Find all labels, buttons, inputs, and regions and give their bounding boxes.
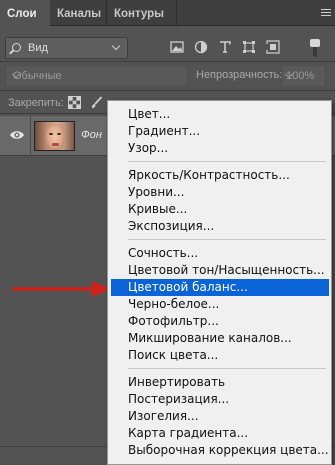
menu-separator: [128, 161, 326, 162]
tab-channels[interactable]: Каналы: [50, 0, 107, 26]
search-icon: [12, 43, 21, 52]
lock-label: Закрепить:: [8, 97, 64, 109]
menu-item[interactable]: Цветовой тон/Насыщенность...: [111, 262, 329, 279]
opacity-label: Непрозрачность:: [196, 69, 283, 81]
filter-kind-label: Вид: [28, 42, 48, 54]
blend-mode-select[interactable]: Обычные: [5, 65, 188, 87]
menu-item[interactable]: Черно-белое...: [111, 296, 329, 313]
divider: [0, 61, 335, 62]
adjustment-layer-menu: Цвет... Градиент... Узор... Яркость/Контрас…: [107, 100, 332, 465]
filter-type-icon[interactable]: [218, 40, 232, 54]
filter-pixel-icon[interactable]: [170, 40, 184, 54]
menu-item[interactable]: Градиент...: [111, 123, 329, 140]
menu-item[interactable]: Микширование каналов...: [111, 330, 329, 347]
menu-separator: [128, 239, 326, 240]
filter-shape-icon[interactable]: [242, 40, 256, 54]
menu-item[interactable]: Инвертировать: [111, 374, 329, 391]
menu-item-highlighted[interactable]: Цветовой баланс...: [111, 279, 329, 296]
filter-smart-object-icon[interactable]: [266, 40, 280, 54]
blend-mode-value: Обычные: [13, 70, 62, 82]
panel-tab-bar: Слои Каналы Контуры: [0, 0, 335, 26]
tab-layers[interactable]: Слои: [0, 0, 50, 26]
menu-item[interactable]: Выборочная коррекция цвета...: [111, 442, 329, 459]
divider: [0, 90, 335, 91]
eye-icon[interactable]: [9, 129, 25, 141]
menu-separator: [128, 368, 326, 369]
tab-paths[interactable]: Контуры: [107, 0, 177, 26]
menu-item[interactable]: Узор...: [111, 140, 329, 157]
menu-item[interactable]: Яркость/Контрастность...: [111, 167, 329, 184]
lock-brush-icon[interactable]: [90, 96, 103, 109]
filter-toggle-switch[interactable]: [306, 39, 324, 57]
menu-item[interactable]: Кривые...: [111, 201, 329, 218]
opacity-field[interactable]: 100%: [281, 65, 326, 87]
lock-transparency-icon[interactable]: [68, 96, 81, 109]
menu-item[interactable]: Сочность...: [111, 245, 329, 262]
divider: [30, 116, 31, 156]
menu-item[interactable]: Постеризация...: [111, 391, 329, 408]
menu-item[interactable]: Экспозиция...: [111, 218, 329, 235]
menu-item[interactable]: Фотофильтр...: [111, 313, 329, 330]
red-arrow-annotation: [12, 281, 111, 297]
menu-item[interactable]: Поиск цвета...: [111, 347, 329, 364]
menu-item[interactable]: Цвет...: [111, 106, 329, 123]
menu-item[interactable]: Карта градиента...: [111, 425, 329, 442]
chevron-down-icon: [111, 41, 121, 51]
layer-thumbnail: [34, 121, 75, 151]
filter-adjustment-icon[interactable]: [194, 40, 208, 54]
menu-item[interactable]: Изогелия...: [111, 408, 329, 425]
panel-menu-icon[interactable]: [321, 9, 331, 17]
layer-name[interactable]: Фон: [81, 129, 102, 141]
layer-filter-select[interactable]: Вид: [5, 37, 128, 59]
menu-item[interactable]: Уровни...: [111, 184, 329, 201]
